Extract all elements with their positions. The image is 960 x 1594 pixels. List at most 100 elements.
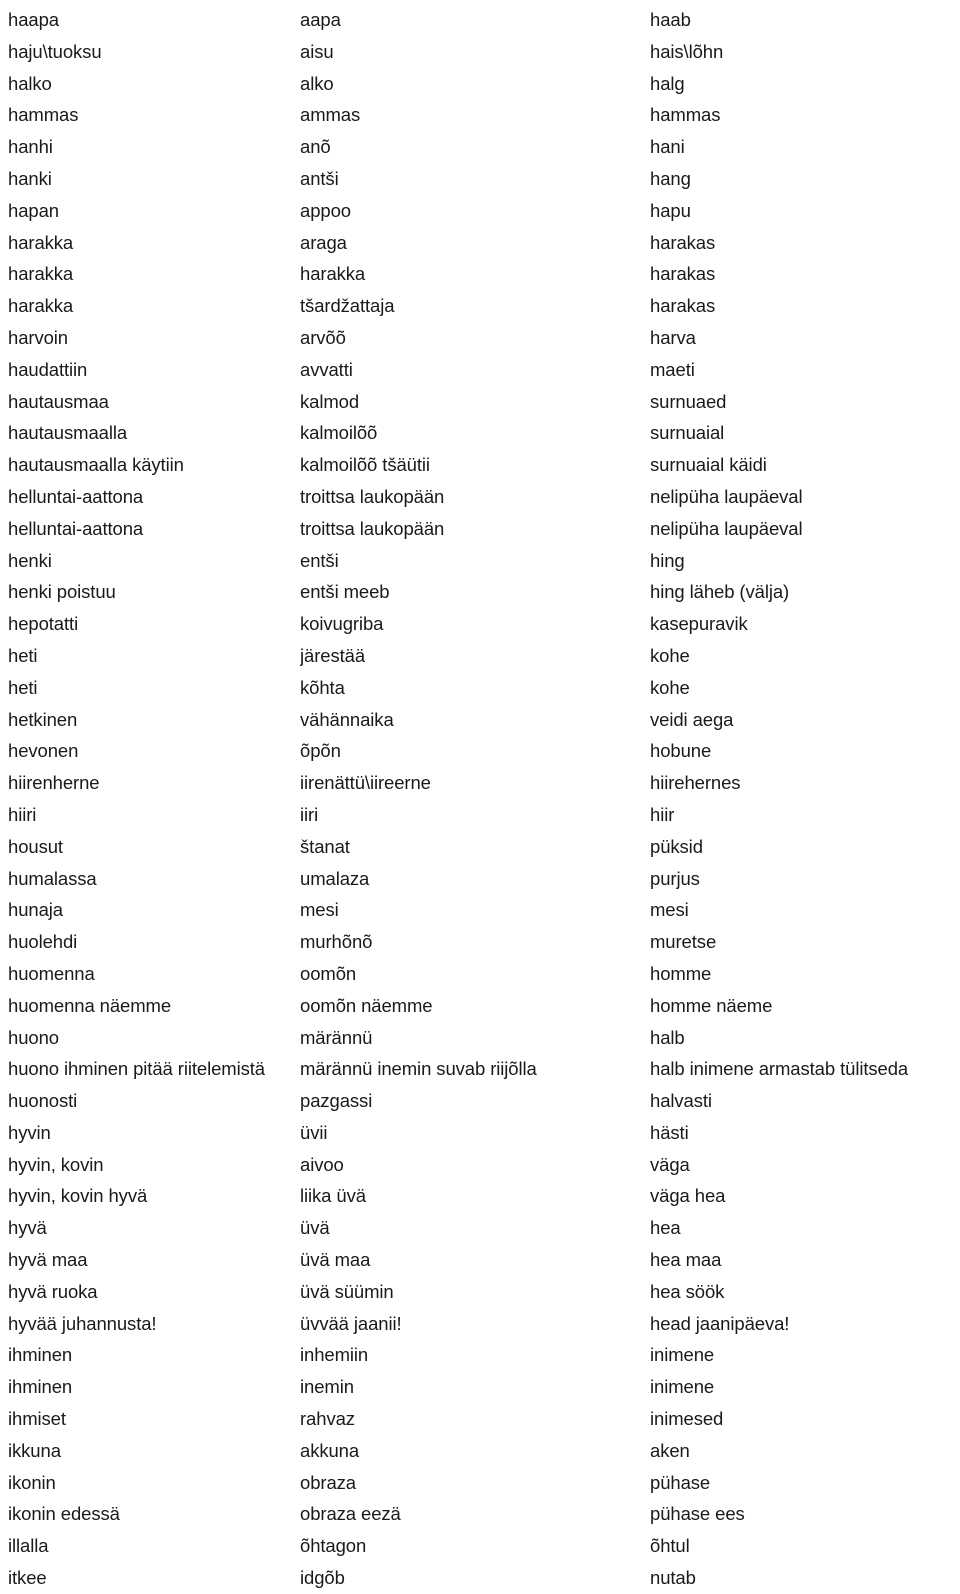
table-row: huomenna näemme oomõn näemme homme näeme [0, 990, 960, 1022]
table-row: humalassa umalaza purjus [0, 863, 960, 895]
table-row: ihminen inemin inimene [0, 1371, 960, 1403]
table-row: hautausmaalla kalmoilõõ surnuaial [0, 417, 960, 449]
table-row: harakka araga harakas [0, 227, 960, 259]
table-row: hevonen õpõn hobune [0, 735, 960, 767]
cell-estonian: inimesed [650, 1408, 724, 1430]
table-row: hapan appoo hapu [0, 195, 960, 227]
cell-estonian: harva [650, 326, 696, 348]
table-row: henki poistuu entši meeb hing läheb (välja… [0, 576, 960, 608]
cell-votic: aisu [300, 40, 334, 62]
table-row: huonosti pazgassi halvasti [0, 1085, 960, 1117]
cell-estonian: harakas [650, 295, 716, 317]
cell-votic: štanat [300, 835, 350, 857]
cell-votic: iirenättü\iireerne [300, 772, 431, 794]
cell-estonian: kohe [650, 644, 690, 666]
cell-finnish: hyvää juhannusta! [8, 1312, 157, 1334]
table-row: huomenna oomõn homme [0, 958, 960, 990]
table-row: hyvä üvä hea [0, 1212, 960, 1244]
cell-estonian: veidi aega [650, 708, 734, 730]
table-row: hepotatti koivugriba kasepuravik [0, 608, 960, 640]
cell-votic: märännü [300, 1026, 373, 1048]
cell-finnish: harakka [8, 295, 74, 317]
cell-votic: oomõn [300, 962, 357, 984]
cell-votic: aapa [300, 9, 341, 30]
cell-votic: harakka [300, 263, 366, 285]
cell-estonian: haab [650, 9, 691, 30]
cell-votic: järestää [300, 644, 366, 666]
cell-estonian: hammas [650, 104, 721, 126]
cell-estonian: püksid [650, 835, 703, 857]
cell-estonian: head jaanipäeva! [650, 1312, 790, 1334]
cell-votic: appoo [300, 199, 351, 221]
cell-finnish: henki [8, 549, 52, 571]
cell-finnish: huonosti [8, 1090, 78, 1112]
cell-estonian: surnuaial käidi [650, 454, 767, 476]
cell-finnish: hyvä [8, 1217, 47, 1239]
table-row: housut štanat püksid [0, 831, 960, 863]
cell-estonian: õhtul [650, 1535, 690, 1557]
cell-estonian: purjus [650, 867, 700, 889]
cell-estonian: hobune [650, 740, 712, 762]
cell-votic: kalmod [300, 390, 360, 412]
cell-finnish: hautausmaalla käytiin [8, 454, 184, 476]
cell-estonian: väga [650, 1153, 690, 1175]
table-row: harakka harakka harakas [0, 258, 960, 290]
cell-finnish: hiirenherne [8, 772, 100, 794]
cell-estonian: kasepuravik [650, 613, 748, 635]
cell-finnish: helluntai-aattona [8, 517, 144, 539]
cell-estonian: hani [650, 136, 685, 158]
word-list-table: haapa aapa haab haju\tuoksu aisu hais\lõhn hal… [0, 0, 960, 1594]
cell-finnish: harakka [8, 263, 74, 285]
cell-votic: märännü inemin suvab riijõlla [300, 1058, 537, 1080]
cell-votic: akkuna [300, 1439, 360, 1461]
cell-votic: oomõn näemme [300, 994, 433, 1016]
table-row: hautausmaa kalmod surnuaed [0, 386, 960, 418]
cell-estonian: hang [650, 167, 691, 189]
table-row: hanki antši hang [0, 163, 960, 195]
table-row: hyvää juhannusta! üvvää jaanii! head jaani… [0, 1308, 960, 1340]
cell-finnish: humalassa [8, 867, 97, 889]
cell-estonian: homme näeme [650, 994, 773, 1016]
table-row: illalla õhtagon õhtul [0, 1530, 960, 1562]
table-row: haapa aapa haab [0, 4, 960, 36]
table-row: ikkuna akkuna aken [0, 1435, 960, 1467]
cell-finnish: hunaja [8, 899, 63, 921]
cell-estonian: halb [650, 1026, 685, 1048]
table-row: huolehdi murhõnõ muretse [0, 926, 960, 958]
cell-finnish: halko [8, 72, 52, 94]
cell-finnish: housut [8, 835, 63, 857]
table-row: ihmiset rahvaz inimesed [0, 1403, 960, 1435]
cell-estonian: mesi [650, 899, 689, 921]
table-row: heti kõhta kohe [0, 672, 960, 704]
cell-finnish: huolehdi [8, 931, 78, 953]
cell-votic: entši [300, 549, 339, 571]
table-row: hyvä maa üvä maa hea maa [0, 1244, 960, 1276]
cell-votic: murhõnõ [300, 931, 373, 953]
cell-votic: arvõõ [300, 326, 346, 348]
cell-estonian: nutab [650, 1567, 696, 1589]
cell-votic: alko [300, 72, 334, 94]
cell-estonian: harakas [650, 263, 716, 285]
table-row: haudattiin avvatti maeti [0, 354, 960, 386]
cell-finnish: ihminen [8, 1376, 73, 1398]
cell-estonian: hiirehernes [650, 772, 741, 794]
cell-finnish: heti [8, 676, 38, 698]
cell-estonian: muretse [650, 931, 717, 953]
cell-finnish: hapan [8, 199, 59, 221]
cell-votic: entši meeb [300, 581, 390, 603]
cell-votic: õpõn [300, 740, 341, 762]
cell-votic: troittsa laukopään [300, 485, 445, 507]
cell-finnish: hevonen [8, 740, 79, 762]
cell-finnish: helluntai-aattona [8, 485, 144, 507]
cell-estonian: hea maa [650, 1249, 722, 1271]
cell-finnish: haapa [8, 9, 59, 30]
cell-estonian: kohe [650, 676, 690, 698]
cell-estonian: hais\lõhn [650, 40, 724, 62]
table-row: hiirenherne iirenättü\iireerne hiirehernes [0, 767, 960, 799]
cell-finnish: huomenna [8, 962, 95, 984]
cell-finnish: harvoin [8, 326, 68, 348]
cell-estonian: väga hea [650, 1185, 726, 1207]
cell-votic: avvatti [300, 358, 353, 380]
cell-finnish: illalla [8, 1535, 49, 1557]
cell-estonian: hästi [650, 1121, 689, 1143]
